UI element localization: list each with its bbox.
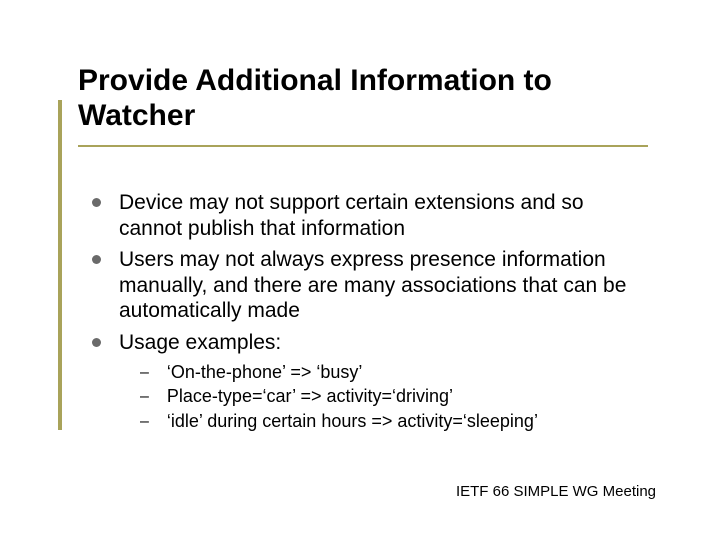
title-underline <box>78 145 648 147</box>
content-area: Device may not support certain extension… <box>92 190 652 435</box>
footer-text: IETF 66 SIMPLE WG Meeting <box>456 483 656 500</box>
bullet-dot-icon <box>92 255 101 264</box>
bullet-item: Device may not support certain extension… <box>92 190 652 241</box>
bullet-dot-icon <box>92 198 101 207</box>
sub-bullet-item: – ‘idle’ during certain hours => activit… <box>140 411 652 433</box>
sub-bullet-text: ‘idle’ during certain hours => activity=… <box>167 411 652 433</box>
sub-bullet-item: – Place-type=‘car’ => activity=‘driving’ <box>140 386 652 408</box>
slide: Provide Additional Information to Watche… <box>0 0 720 540</box>
dash-icon: – <box>140 388 149 406</box>
bullet-item: Usage examples: <box>92 330 652 356</box>
bullet-text: Usage examples: <box>119 330 652 356</box>
bullet-item: Users may not always express presence in… <box>92 247 652 324</box>
sub-bullet-text: ‘On-the-phone’ => ‘busy’ <box>167 362 652 384</box>
slide-title: Provide Additional Information to Watche… <box>78 64 658 133</box>
sub-bullet-item: – ‘On-the-phone’ => ‘busy’ <box>140 362 652 384</box>
accent-vertical-line <box>58 100 62 430</box>
dash-icon: – <box>140 413 149 431</box>
sub-bullet-text: Place-type=‘car’ => activity=‘driving’ <box>167 386 652 408</box>
bullet-text: Users may not always express presence in… <box>119 247 652 324</box>
bullet-dot-icon <box>92 338 101 347</box>
sub-bullet-list: – ‘On-the-phone’ => ‘busy’ – Place-type=… <box>140 362 652 433</box>
bullet-text: Device may not support certain extension… <box>119 190 652 241</box>
dash-icon: – <box>140 364 149 382</box>
